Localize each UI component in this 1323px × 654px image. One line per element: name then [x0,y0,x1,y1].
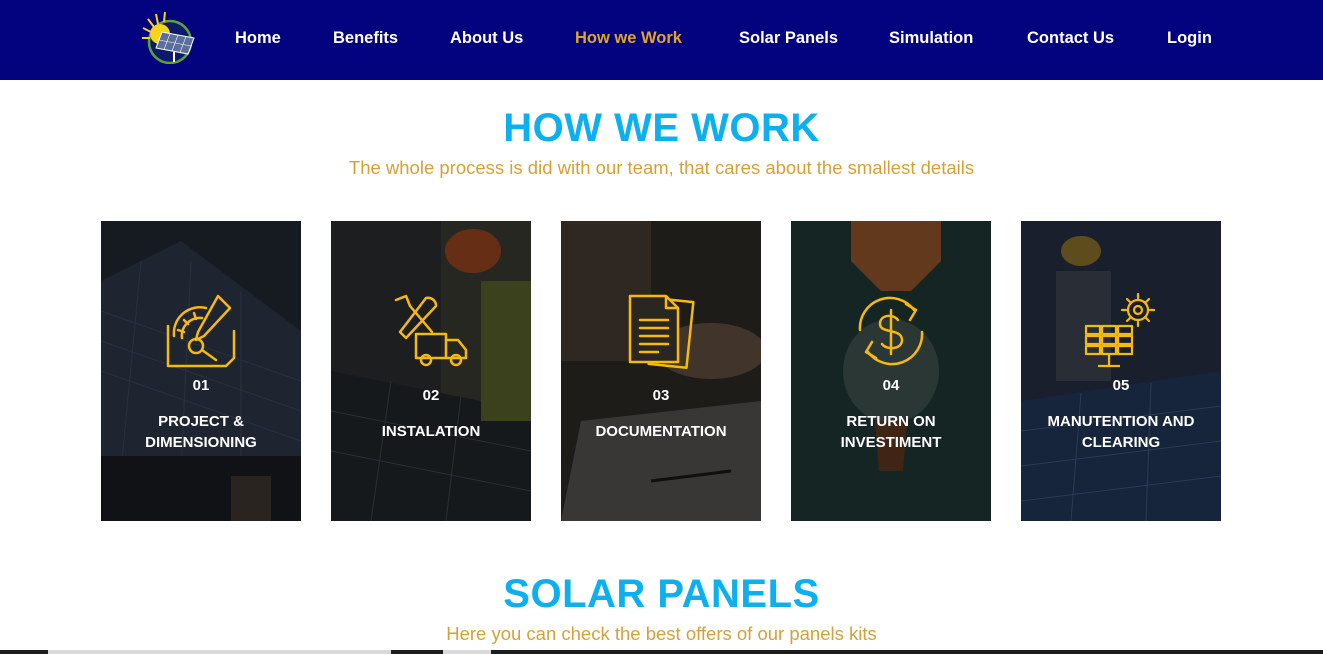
card-number: 05 [1112,377,1130,394]
process-card-documentation[interactable]: 03 DOCUMENTATION [561,221,761,521]
nav-home[interactable]: Home [235,27,281,49]
dollar-cycle-icon [858,296,924,366]
nav-solar-panels[interactable]: Solar Panels [739,27,838,49]
nav-simulation[interactable]: Simulation [889,27,973,49]
navbar: Home Benefits About Us How we Work Solar… [0,0,1323,80]
card-label: DOCUMENTATION [595,423,727,440]
process-card-project[interactable]: 01 PROJECT & DIMENSIONING [101,221,301,521]
how-we-work-title: HOW WE WORK [503,106,820,150]
solar-panels-subtitle: Here you can check the best offers of ou… [446,623,877,644]
process-card-return-on-investment[interactable]: 04 RETURN ON INVESTIMENT [791,221,991,521]
panel-gear-icon [1084,292,1156,368]
documents-icon [628,294,695,370]
compass-pencil-icon [166,294,236,368]
card-label: MANUTENTION AND CLEARING [1047,413,1195,451]
nav-how-we-work[interactable]: How we Work [575,27,682,49]
process-card-installation[interactable]: 02 INSTALATION [331,221,531,521]
solar-panels-title: SOLAR PANELS [503,572,820,616]
solar-logo[interactable] [140,10,198,65]
tools-truck-icon [394,294,468,367]
card-number: 04 [882,377,900,394]
how-we-work-subtitle: The whole process is did with our team, … [348,157,975,178]
card-label: PROJECT & DIMENSIONING [145,413,257,451]
process-card-maintenance[interactable]: 05 MANUTENTION AND CLEARING [1021,221,1221,521]
nav-about-us[interactable]: About Us [450,27,523,49]
nav-login[interactable]: Login [1167,27,1212,49]
nav-benefits[interactable]: Benefits [333,27,398,49]
card-number: 01 [192,377,210,394]
nav-contact-us[interactable]: Contact Us [1027,27,1114,49]
card-label: INSTALATION [381,423,481,440]
divider-segment [48,650,391,654]
card-label: RETURN ON INVESTIMENT [840,413,942,451]
card-number: 03 [652,387,670,404]
card-number: 02 [422,387,440,404]
divider-segment [443,650,491,654]
page-bottom-divider [0,650,1323,654]
